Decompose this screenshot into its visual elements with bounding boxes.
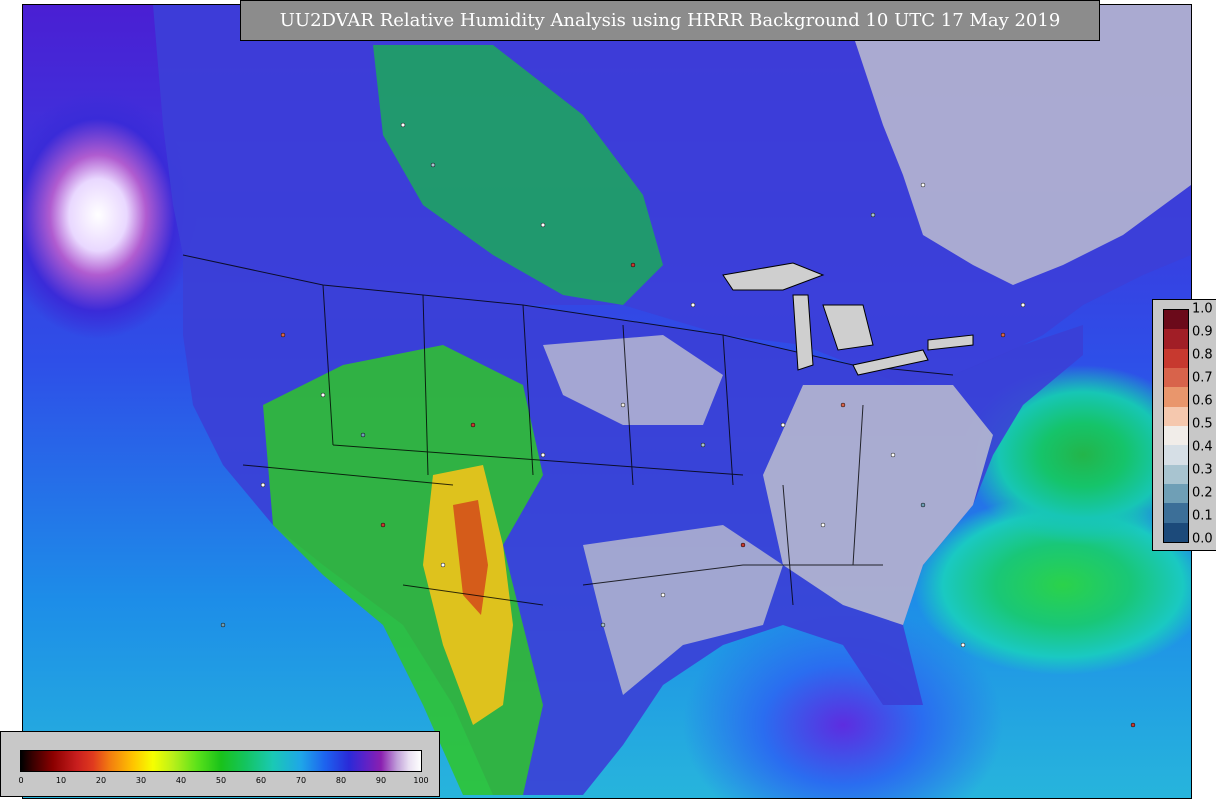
obs-tick-label: 0.9	[1192, 324, 1213, 340]
colorbar-tick-label: 20	[95, 776, 107, 785]
observation-scale-segment	[1164, 425, 1188, 446]
colorbar-tick-label: 100	[413, 776, 429, 785]
observation-scale-segment	[1164, 522, 1188, 542]
colorbar-tick-label: 80	[335, 776, 347, 785]
observation-scale-segment	[1164, 445, 1188, 465]
observation-scale-segment	[1164, 387, 1188, 407]
colorbar-tick-label: 40	[175, 776, 187, 785]
observation-scale-segment	[1164, 503, 1188, 523]
observation-scale-segment	[1164, 348, 1188, 368]
colorbar-tick-label: 10	[55, 776, 67, 785]
obs-tick-label: 0.6	[1192, 393, 1213, 409]
obs-tick-label: 0.0	[1192, 531, 1213, 547]
colorbar-tick-label: 0	[18, 776, 24, 785]
humidity-colorbar: 0 10 20 30 40 50 60 70 80 90 100	[0, 731, 440, 797]
obs-tick-label: 0.2	[1192, 485, 1213, 501]
observation-scale-segment	[1164, 406, 1188, 426]
obs-tick-label: 0.3	[1192, 462, 1213, 478]
observation-legend: 1.0 0.9 0.8 0.7 0.6 0.5 0.4 0.3 0.2 0.1 …	[1152, 299, 1216, 551]
colorbar-tick-label: 50	[215, 776, 227, 785]
observation-scale-segment	[1164, 483, 1188, 504]
observation-scale-segment	[1164, 464, 1188, 484]
obs-tick-label: 0.7	[1192, 370, 1213, 386]
colorbar-gradient	[20, 750, 422, 772]
colorbar-tick-label: 30	[135, 776, 147, 785]
observation-scale-segment	[1164, 367, 1188, 388]
observation-scale-segment	[1164, 329, 1188, 349]
map-title: UU2DVAR Relative Humidity Analysis using…	[240, 0, 1100, 41]
colorbar-tick-label: 70	[295, 776, 307, 785]
land-overlay	[153, 5, 1191, 795]
obs-tick-label: 1.0	[1192, 301, 1213, 317]
obs-tick-label: 0.8	[1192, 347, 1213, 363]
observation-scale-bar	[1163, 309, 1189, 543]
obs-tick-label: 0.1	[1192, 508, 1213, 524]
obs-tick-label: 0.4	[1192, 439, 1213, 455]
colorbar-tick-label: 60	[255, 776, 267, 785]
humidity-map	[22, 4, 1192, 799]
colorbar-tick-label: 90	[375, 776, 387, 785]
obs-tick-label: 0.5	[1192, 416, 1213, 432]
observation-scale-segment	[1164, 310, 1188, 330]
